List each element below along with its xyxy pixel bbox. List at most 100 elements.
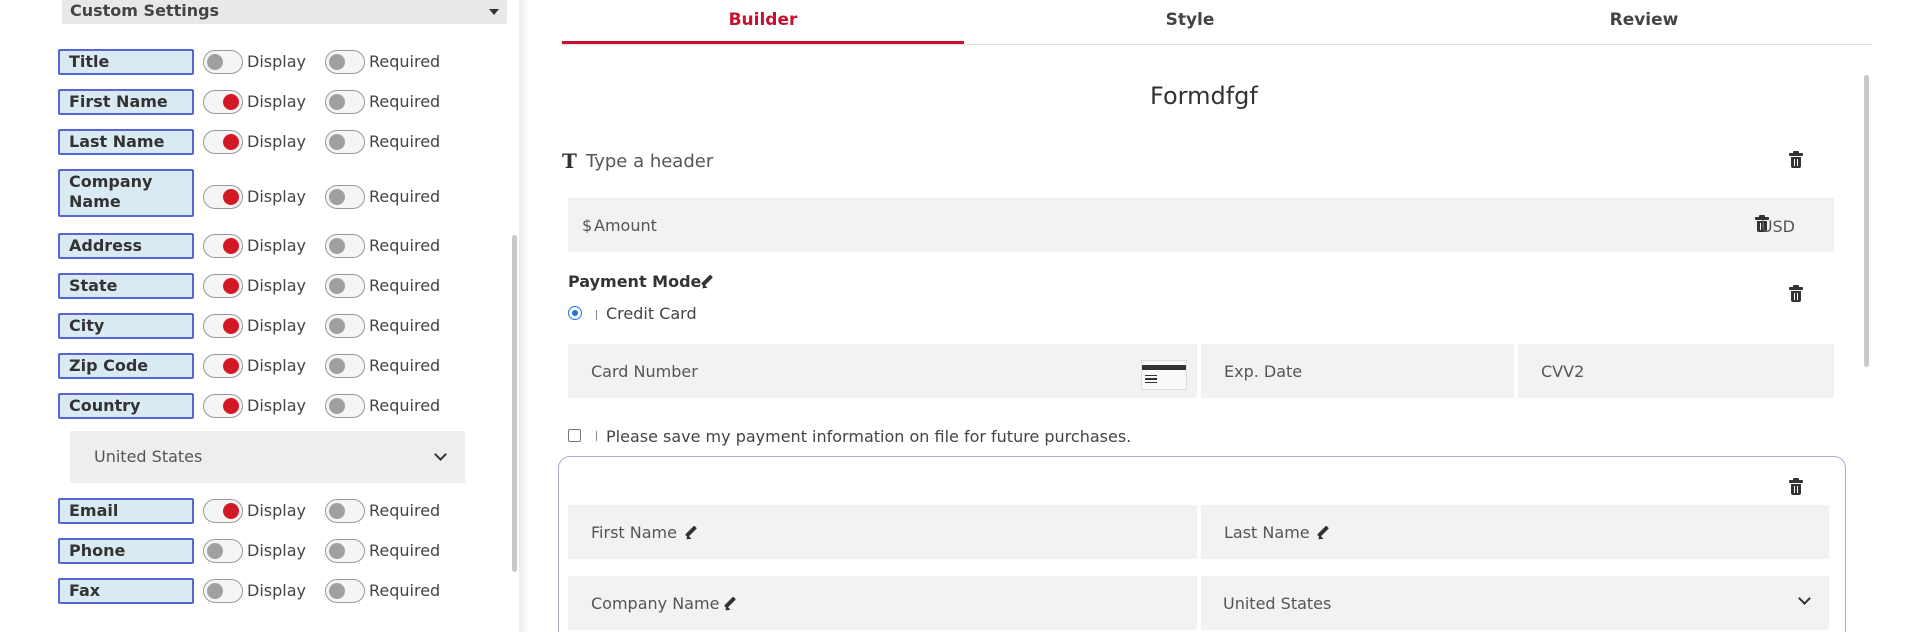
display-toggle[interactable] [203,90,243,114]
required-toggle[interactable] [325,50,365,74]
card-number-field[interactable]: Card Number [568,344,1197,398]
display-toggle[interactable] [203,50,243,74]
field-label[interactable]: Zip Code [58,353,194,379]
required-toggle[interactable] [325,314,365,338]
required-toggle[interactable] [325,274,365,298]
edit-payment-mode-icon[interactable] [700,275,714,289]
currency-label: USD [1760,217,1795,236]
exp-date-placeholder: Exp. Date [1224,362,1303,381]
text-header-icon: T [562,149,577,173]
required-toggle[interactable] [325,499,365,523]
card-number-placeholder: Card Number [591,362,698,381]
cvv-placeholder: CVV2 [1541,362,1585,381]
form-title[interactable]: Formdfgf [1150,82,1258,110]
form-scrollbar[interactable] [1864,75,1869,367]
credit-card-label: Credit Card [606,304,697,323]
display-toggle[interactable] [203,130,243,154]
tab-builder[interactable]: Builder [562,0,964,44]
display-label: Display [247,187,306,206]
required-label: Required [369,276,441,295]
tab-style[interactable]: Style [964,0,1416,44]
required-label: Required [369,541,441,560]
amount-placeholder: Amount [594,216,657,235]
display-label: Display [247,276,306,295]
required-toggle[interactable] [325,539,365,563]
delete-header-icon[interactable] [1789,151,1803,168]
required-label: Required [369,236,441,255]
display-toggle[interactable] [203,499,243,523]
required-label: Required [369,52,441,71]
required-label: Required [369,501,441,520]
display-label: Display [247,132,306,151]
company-name-field[interactable]: Company Name [568,576,1197,630]
required-toggle[interactable] [325,130,365,154]
display-toggle[interactable] [203,274,243,298]
first-name-placeholder: First Name [591,523,677,542]
field-label[interactable]: Phone [58,538,194,564]
display-toggle[interactable] [203,354,243,378]
header-input[interactable]: Type a header [586,151,713,172]
field-label[interactable]: Title [58,49,194,75]
company-name-placeholder: Company Name [591,594,720,613]
field-label[interactable]: Company Name [58,169,194,217]
required-toggle[interactable] [325,394,365,418]
display-label: Display [247,396,306,415]
field-label[interactable]: Fax [58,578,194,604]
save-payment-checkbox[interactable] [568,429,581,442]
required-toggle[interactable] [325,354,365,378]
display-label: Display [247,52,306,71]
credit-card-radio[interactable] [568,306,582,320]
field-label[interactable]: Email [58,498,194,524]
tab-builder-label: Builder [728,10,798,30]
delete-payment-mode-icon[interactable] [1789,285,1803,302]
custom-settings-header[interactable]: Custom Settings [62,0,507,24]
required-label: Required [369,132,441,151]
dollar-sign: $ [582,216,593,235]
default-country-select[interactable]: United States [70,431,465,483]
required-toggle[interactable] [325,90,365,114]
display-toggle[interactable] [203,539,243,563]
required-toggle[interactable] [325,234,365,258]
settings-panel: Custom Settings Title Display Required Firs… [0,0,525,632]
cvv-field[interactable]: CVV2 [1518,344,1834,398]
edit-last-name-icon[interactable] [1316,526,1330,540]
country-select[interactable]: United States [1201,576,1829,630]
field-label[interactable]: Last Name [58,129,194,155]
separator [596,431,597,441]
field-label[interactable]: First Name [58,89,194,115]
display-toggle[interactable] [203,185,243,209]
display-toggle[interactable] [203,579,243,603]
field-label[interactable]: State [58,273,194,299]
first-name-field[interactable]: First Name [568,505,1197,559]
field-label[interactable]: City [58,313,194,339]
exp-date-field[interactable]: Exp. Date [1201,344,1514,398]
chevron-down-icon [434,448,447,461]
chevron-down-icon [1798,592,1811,605]
required-toggle[interactable] [325,579,365,603]
required-label: Required [369,187,441,206]
delete-contact-block-icon[interactable] [1789,478,1803,495]
required-toggle[interactable] [325,185,365,209]
edit-first-name-icon[interactable] [684,526,698,540]
app-root: Custom Settings Title Display Required Firs… [0,0,1920,632]
edit-company-name-icon[interactable] [723,597,737,611]
amount-field[interactable]: $ Amount USD [568,198,1834,252]
caret-down-icon[interactable] [489,9,499,15]
separator [596,310,597,320]
default-country-value: United States [94,447,203,466]
display-toggle[interactable] [203,394,243,418]
display-label: Display [247,316,306,335]
country-value: United States [1223,594,1332,613]
field-label[interactable]: Address [58,233,194,259]
last-name-placeholder: Last Name [1224,523,1310,542]
display-toggle[interactable] [203,234,243,258]
settings-scrollbar[interactable] [512,235,517,572]
field-label[interactable]: Country [58,393,194,419]
save-payment-label: Please save my payment information on fi… [606,427,1132,446]
last-name-field[interactable]: Last Name [1201,505,1829,559]
required-label: Required [369,92,441,111]
required-label: Required [369,396,441,415]
credit-card-icon [1141,360,1187,390]
display-toggle[interactable] [203,314,243,338]
tab-review[interactable]: Review [1416,0,1872,44]
